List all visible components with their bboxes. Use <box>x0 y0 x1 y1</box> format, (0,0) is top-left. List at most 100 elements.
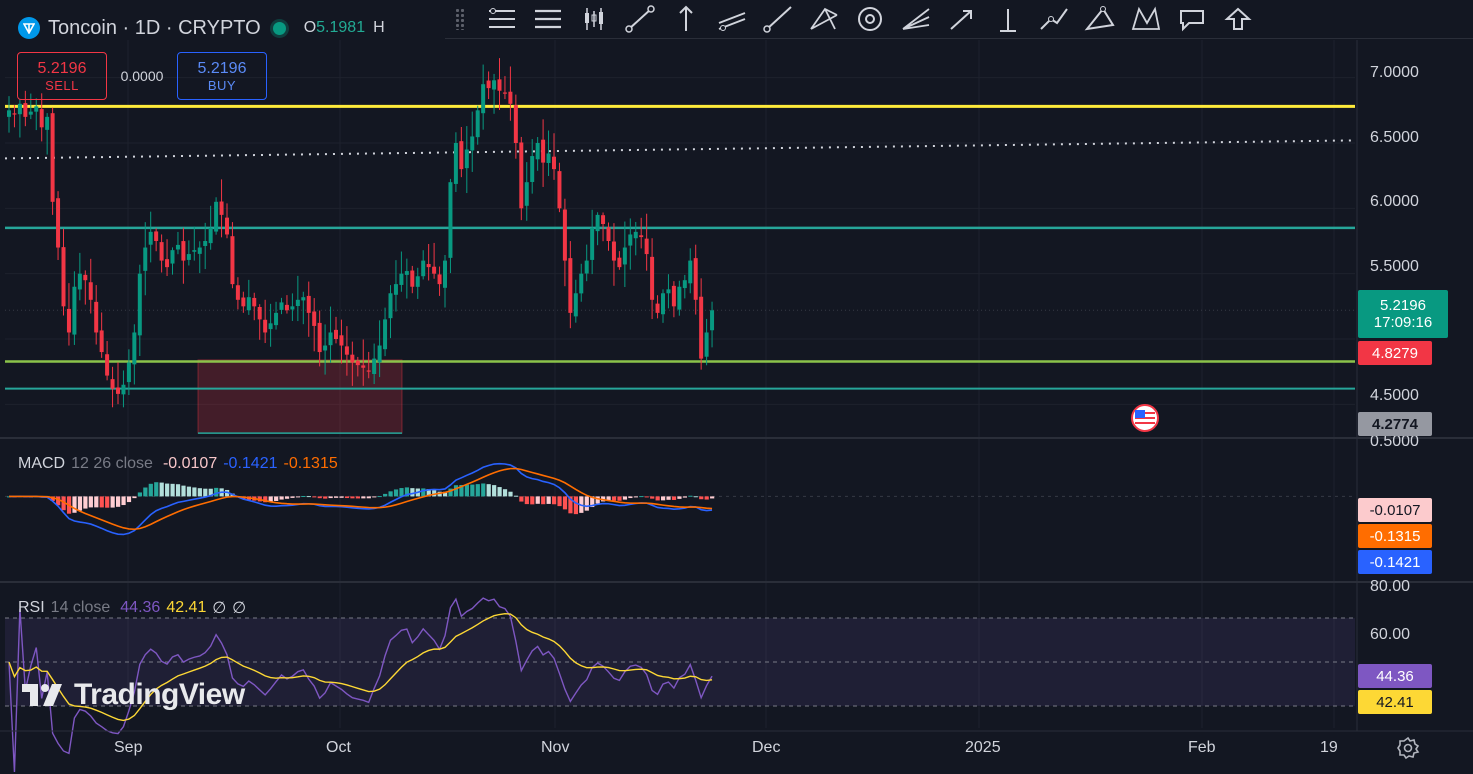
xabcd-tool[interactable] <box>1123 2 1169 36</box>
candles-tool[interactable] <box>571 2 617 36</box>
arrow-up-tool[interactable] <box>1215 2 1261 36</box>
candle-body <box>655 303 660 313</box>
fib-retracement-tool[interactable] <box>479 2 525 36</box>
ohlc-open-label: O <box>303 19 317 36</box>
macd-histogram-bar <box>323 496 328 499</box>
macd-histogram-bar <box>132 496 137 499</box>
macd-histogram-bar <box>372 496 377 498</box>
candle-body <box>312 311 317 326</box>
callout-tool[interactable] <box>1169 2 1215 36</box>
ohlc-open-value: 5.1981 <box>316 19 366 36</box>
candle-body <box>170 250 175 264</box>
candle-body <box>88 282 93 300</box>
macd-histogram-bar <box>671 496 677 500</box>
candle-body <box>110 379 115 389</box>
candle-body <box>241 297 246 307</box>
macd-histogram-bar <box>344 496 350 499</box>
sell-button[interactable]: 5.2196 SELL <box>17 52 107 100</box>
macd-histogram-bar <box>644 496 649 498</box>
candle-body <box>12 113 17 115</box>
candle-body <box>246 297 251 311</box>
parallel-channel-tool[interactable] <box>709 2 755 36</box>
macd-line-badge: -0.1421 <box>1358 550 1432 574</box>
macd-histogram-bar <box>464 484 469 497</box>
tradingview-logo[interactable]: TradingView <box>22 678 245 712</box>
triangle-tool[interactable] <box>1077 2 1123 36</box>
ray-tool[interactable] <box>755 2 801 36</box>
macd-histogram-bar <box>655 496 660 501</box>
macd-name: MACD <box>18 455 66 472</box>
symbol-interval[interactable]: 1D <box>135 17 161 40</box>
pitchfork-icon <box>810 7 838 30</box>
toncoin-icon <box>18 17 40 39</box>
pitchfork-tool[interactable] <box>801 2 847 36</box>
macd-histogram-bar <box>88 496 93 508</box>
candle-body <box>541 139 546 163</box>
macd-histogram-bar <box>192 487 197 497</box>
macd-histogram-bar <box>666 496 671 500</box>
candle-body <box>45 116 50 130</box>
macd-histogram-bar <box>513 495 519 497</box>
pitchfan-tool[interactable] <box>893 2 939 36</box>
candle-body <box>486 80 491 89</box>
candle-body <box>154 231 159 241</box>
macd-legend[interactable]: MACD 12 26 close -0.0107 -0.1421 -0.1315 <box>18 455 338 473</box>
candle-body <box>17 103 22 115</box>
macd-histogram-bar <box>546 496 551 504</box>
macd-histogram-bar <box>126 496 132 503</box>
macd-histogram-bar <box>617 496 622 501</box>
arrow-line-tool[interactable] <box>939 2 985 36</box>
trend-line-icon <box>625 5 655 33</box>
price-tick: 4.5000 <box>1370 387 1419 404</box>
rsi-legend[interactable]: RSI 14 close 44.36 42.41 ∅ ∅ <box>18 598 246 618</box>
candle-body <box>693 258 698 300</box>
candle-body <box>606 227 611 241</box>
info-line-tool[interactable] <box>985 2 1031 36</box>
macd-histogram-bar <box>595 496 600 504</box>
target-icon <box>858 7 882 31</box>
price-tick: 5.5000 <box>1370 258 1419 275</box>
path-tool[interactable] <box>1031 2 1077 36</box>
buy-button[interactable]: 5.2196 BUY <box>177 52 267 100</box>
macd-histogram-bar <box>639 496 644 498</box>
candle-body <box>186 254 191 260</box>
macd-histogram-bar <box>486 484 491 497</box>
macd-histogram-bar <box>154 482 159 497</box>
trend-line-tool[interactable] <box>617 2 663 36</box>
vertical-line-tool[interactable] <box>663 2 709 36</box>
symbol-header[interactable]: Toncoin · 1D · CRYPTO O 5.1981 H <box>0 10 385 46</box>
ohlc-high-label: H <box>373 19 385 36</box>
time-tick: 2025 <box>965 739 1001 756</box>
macd-histogram-bar <box>366 496 371 499</box>
rsi-ma-badge: 42.41 <box>1358 690 1432 714</box>
candle-body <box>361 365 366 368</box>
candle-body <box>355 360 360 366</box>
fib-retracement-icon <box>489 8 515 28</box>
candle-body <box>661 293 665 315</box>
candle-body <box>77 273 82 290</box>
candle-body <box>284 304 289 311</box>
macd-signal-value: -0.1315 <box>283 455 338 472</box>
target-tool[interactable] <box>847 2 893 36</box>
buy-label: BUY <box>207 77 237 93</box>
candle-body <box>28 111 33 115</box>
candle-body <box>421 260 426 277</box>
chart-canvas[interactable] <box>0 0 1473 774</box>
horizontal-lines-tool[interactable] <box>525 2 571 36</box>
candle-body <box>399 273 404 285</box>
candle-body <box>650 256 655 300</box>
settings-gear-icon[interactable] <box>1396 736 1420 760</box>
candle-body <box>688 260 693 284</box>
candle-body <box>116 387 120 394</box>
economic-event-flag-icon[interactable] <box>1130 403 1160 433</box>
candle-body <box>268 323 273 330</box>
macd-histogram-bar <box>361 496 366 499</box>
candle-body <box>263 319 268 333</box>
tradingview-mark-icon <box>22 684 62 706</box>
macd-histogram-bar <box>339 496 344 498</box>
candle-body <box>121 384 126 395</box>
candle-body <box>99 330 104 353</box>
candle-body <box>470 136 475 151</box>
toolbar-drag-handle[interactable] <box>455 8 465 30</box>
macd-histogram-bar <box>121 496 126 506</box>
